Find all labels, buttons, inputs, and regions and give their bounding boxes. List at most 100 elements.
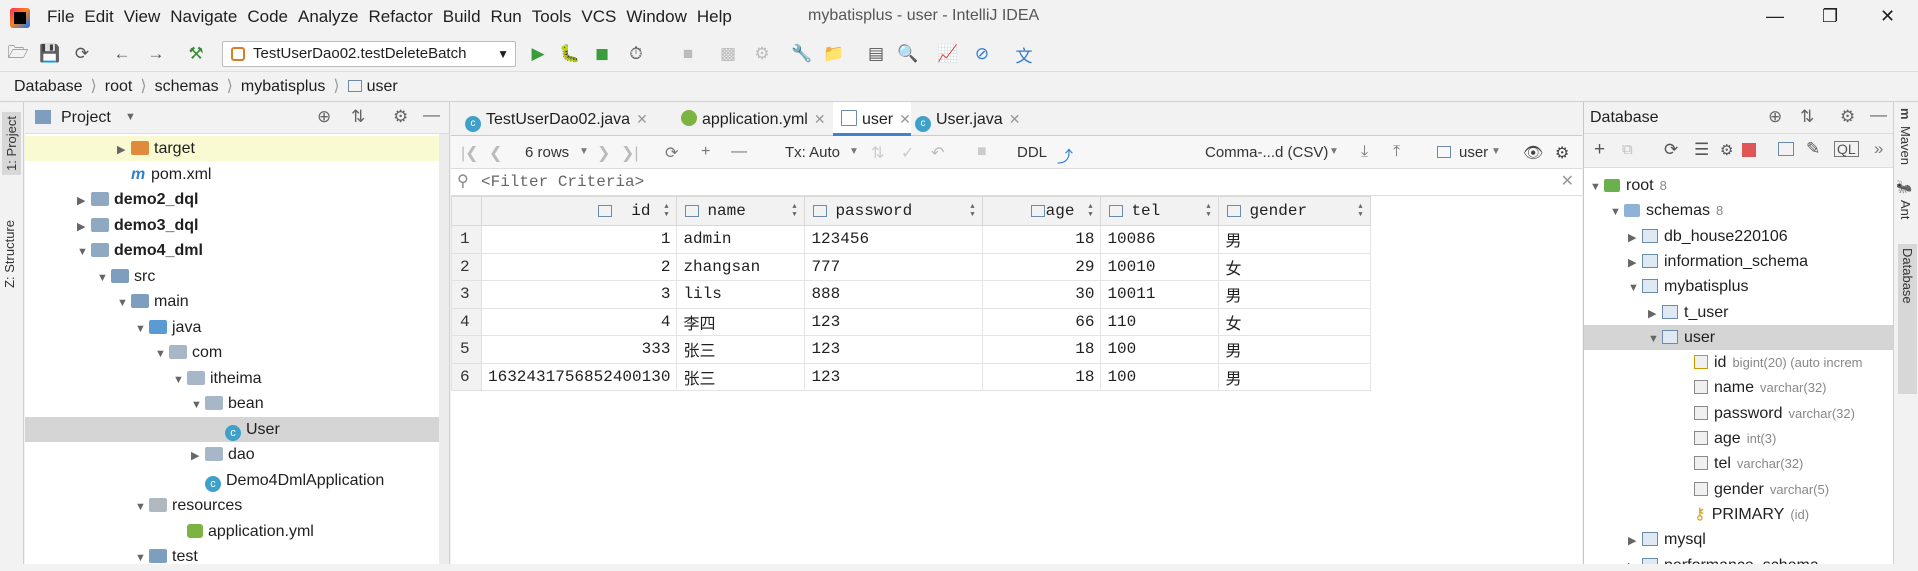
ddl-button[interactable]: DDL (1017, 144, 1047, 161)
table-cell[interactable]: 123456 (804, 225, 984, 254)
table-select[interactable]: user (1459, 144, 1488, 161)
db-tree-item[interactable]: id bigint(20) (auto increm (1584, 350, 1893, 375)
console-icon[interactable]: QL (1834, 141, 1859, 157)
tab-maven[interactable]: Maven (1898, 126, 1913, 165)
tree-item[interactable]: m pom.xml (25, 162, 439, 187)
copy-icon[interactable]: ⧉ (1622, 141, 1633, 158)
table-cell[interactable]: 123 (804, 335, 984, 364)
db-tree-item[interactable]: ▶ db_house220106 (1584, 224, 1893, 249)
table-row[interactable]: 6 1632431756852400130 张三 123 18 100 男 (451, 362, 1372, 391)
chevron-down-icon[interactable]: ▼ (135, 546, 149, 571)
table-cell[interactable]: 30 (982, 280, 1102, 309)
table-row[interactable]: 2 2 zhangsan 777 29 10010 女 (451, 252, 1372, 281)
chevron-right-icon[interactable]: ▶ (1628, 226, 1642, 251)
menu-navigate[interactable]: Navigate (165, 7, 242, 27)
tab-project[interactable]: 1: Project (2, 112, 21, 175)
tree-item[interactable]: ▼ demo4_dml (25, 238, 439, 263)
tab-user[interactable]: user ✕ (833, 102, 911, 136)
tree-item[interactable]: ▼ resources (25, 493, 439, 518)
table-cell[interactable]: 110 (1100, 307, 1220, 336)
tree-item[interactable]: ▼ src (25, 264, 439, 289)
db-tree-item[interactable]: ⚷ PRIMARY (id) (1584, 502, 1893, 527)
table-cell[interactable]: admin (676, 225, 806, 254)
db-tree-item[interactable]: name varchar(32) (1584, 375, 1893, 400)
add-row-icon[interactable]: + (701, 143, 710, 161)
sort-icon[interactable]: ▲▼ (1086, 203, 1094, 219)
stop-query-icon[interactable]: ■ (977, 143, 987, 161)
tab-application-yml[interactable]: application.yml ✕ (673, 102, 826, 136)
table-cell[interactable]: 888 (804, 280, 984, 309)
forward-icon[interactable]: → (146, 44, 166, 64)
db-tree-item[interactable]: age int(3) (1584, 426, 1893, 451)
menu-view[interactable]: View (119, 7, 166, 27)
table-cell[interactable]: 张三 (676, 335, 806, 364)
gear-icon[interactable]: ⚙ (393, 107, 408, 127)
menu-code[interactable]: Code (242, 7, 293, 27)
chart-icon[interactable]: 📈 (937, 44, 958, 64)
breadcrumb-item[interactable]: user (367, 78, 398, 95)
tab-testuserdao02-java[interactable]: c TestUserDao02.java ✕ (457, 102, 648, 136)
menu-help[interactable]: Help (692, 7, 737, 27)
chevron-down-icon[interactable]: ▼ (155, 342, 169, 367)
locate-icon[interactable]: ⊕ (317, 107, 331, 127)
column-header[interactable]: gender ▲▼ (1218, 196, 1372, 226)
project-structure-icon[interactable]: 📁 (823, 44, 844, 64)
table-cell[interactable]: 100 (1100, 362, 1220, 391)
breadcrumb-item[interactable]: Database (14, 78, 83, 95)
clear-filter-icon[interactable]: ✕ (1561, 169, 1574, 196)
chevron-down-icon[interactable]: ▼ (117, 291, 131, 316)
chevron-down-icon[interactable]: ▼ (1590, 175, 1604, 200)
chevron-right-icon[interactable]: ▶ (77, 189, 91, 214)
sort-icon[interactable]: ▲▼ (790, 203, 798, 219)
table-cell[interactable]: 10086 (1100, 225, 1220, 254)
tab-structure[interactable]: Z: Structure (2, 220, 17, 288)
hide-panel-icon[interactable]: — (1870, 105, 1887, 125)
jump-icon[interactable]: ⤴ (1057, 143, 1073, 167)
ant-icon[interactable]: 🐜 (1898, 180, 1913, 196)
open-folder-icon[interactable]: 🗁 (7, 43, 28, 64)
table-cell[interactable]: 1 (480, 225, 678, 254)
tree-item[interactable]: ▼ main (25, 289, 439, 314)
db-tree-item[interactable]: ▼ root 8 (1584, 173, 1893, 198)
gear-icon[interactable]: ⚙ (1555, 143, 1569, 163)
table-cell[interactable]: 女 (1218, 252, 1372, 281)
table-row[interactable]: 5 333 张三 123 18 100 男 (451, 335, 1372, 364)
refresh-icon[interactable]: ⟳ (1664, 140, 1678, 160)
chevron-down-icon[interactable]: ▼ (97, 266, 111, 291)
close-icon[interactable]: ✕ (1880, 6, 1895, 27)
column-header[interactable]: name ▲▼ (676, 196, 806, 226)
stop-icon[interactable]: ■ (678, 44, 698, 64)
table-cell[interactable]: 123 (804, 307, 984, 336)
schema-sync-icon[interactable]: ☰ (1694, 140, 1709, 160)
db-tree-item[interactable]: ▼ mybatisplus (1584, 274, 1893, 299)
table-cell[interactable]: 777 (804, 252, 984, 281)
more-icon[interactable]: » (1874, 139, 1883, 159)
rollback-icon[interactable]: ↶ (931, 143, 944, 163)
terminal-icon[interactable]: ▤ (866, 44, 886, 64)
coverage-icon[interactable]: ◼ (592, 44, 612, 64)
locate-icon[interactable]: ⊕ (1768, 107, 1782, 127)
prev-page-icon[interactable]: ❮ (489, 143, 502, 163)
table-cell[interactable]: 张三 (676, 362, 806, 391)
table-cell[interactable]: 100 (1100, 335, 1220, 364)
db-tree-item[interactable]: ▶ mysql (1584, 527, 1893, 552)
menu-analyze[interactable]: Analyze (293, 7, 363, 27)
chevron-down-icon[interactable]: ▼ (1610, 200, 1624, 225)
table-cell[interactable]: 1632431756852400130 (480, 362, 678, 391)
scrollbar[interactable] (439, 134, 449, 564)
db-tree-item[interactable]: gender varchar(5) (1584, 477, 1893, 502)
table-cell[interactable]: 18 (982, 225, 1102, 254)
table-cell[interactable]: 18 (982, 335, 1102, 364)
no-sign-icon[interactable]: ⊘ (972, 44, 992, 64)
breadcrumb-item[interactable]: schemas (155, 78, 219, 95)
edit-icon[interactable]: ✎ (1806, 139, 1820, 159)
services-icon[interactable]: ⚙ (752, 44, 772, 64)
menu-refactor[interactable]: Refactor (363, 7, 437, 27)
column-header[interactable]: tel ▲▼ (1100, 196, 1220, 226)
maximize-icon[interactable]: ❐ (1822, 6, 1838, 27)
tx-mode-select[interactable]: Tx: Auto (785, 144, 840, 161)
delete-row-icon[interactable]: — (731, 143, 747, 161)
chevron-right-icon[interactable]: ▶ (1648, 302, 1662, 327)
menu-run[interactable]: Run (486, 7, 527, 27)
table-row[interactable]: 3 3 lils 888 30 10011 男 (451, 280, 1372, 309)
